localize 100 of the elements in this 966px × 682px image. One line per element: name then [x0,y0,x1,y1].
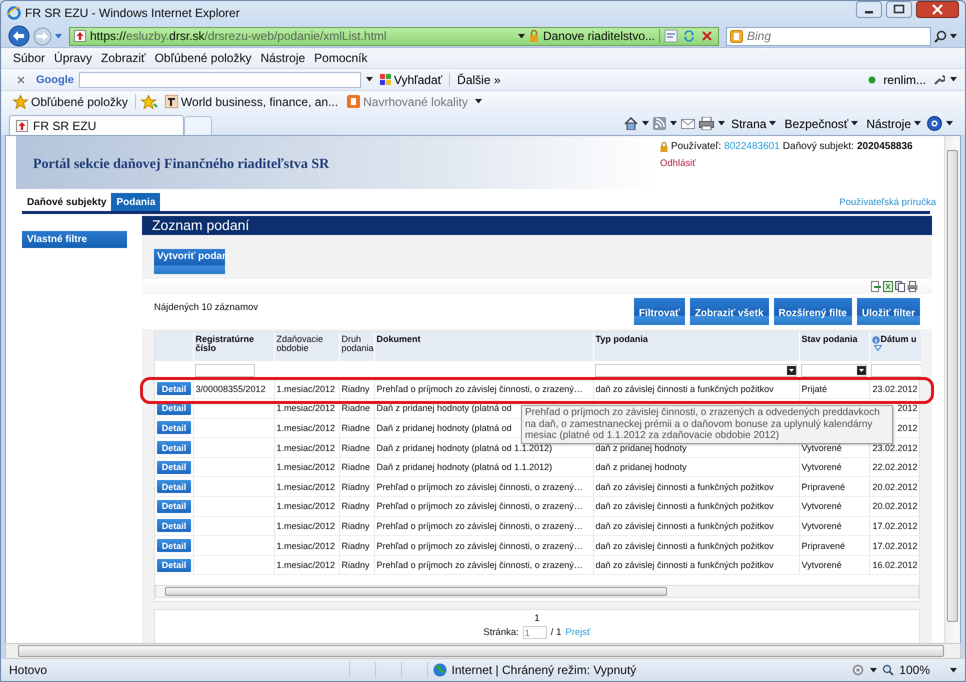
page-icon [74,30,86,42]
horizontal-scrollbar[interactable] [155,585,919,598]
vertical-scrollbar[interactable] [944,136,960,643]
caret-icon[interactable] [870,668,878,672]
caret-icon[interactable] [950,34,957,38]
zoom-icon[interactable] [882,664,894,676]
tooltip: Prehľad o príjmoch zo závislej činnosti, o zrazených a odvedených preddavkoch na daň, o zamestnaneckej prémii a o daňovom bonuse za uplynulý kalendárny mesiac (platné od 1.1.2012 za zdaňovacie obdobie 2012) [521,405,893,444]
table-cell: Prehľad o príjmoch zo závislej činnosti, o zrazený… [374,379,593,399]
sort-arrow-icon[interactable] [874,345,882,352]
detail-button[interactable]: Detail [157,558,191,572]
close-button[interactable] [916,1,959,18]
caret-icon[interactable] [366,77,373,82]
table-cell: 1.mesiac/2012 [274,418,339,438]
toolbar-menu-button[interactable]: Bezpečnosť [782,116,860,130]
menu-item[interactable]: Súbor [13,51,46,65]
menu-item[interactable]: Pomocník [314,51,368,65]
copy-icon[interactable] [895,281,905,292]
minimize-button[interactable] [856,1,882,18]
stop-icon[interactable] [700,29,714,43]
toolbar-menu-button[interactable]: Strana [729,116,778,130]
close-icon[interactable] [17,76,25,84]
table-cell: 1.mesiac/2012 [274,398,339,418]
portal-title: Portál sekcie daňovej Finančného riaditeľstva SR [33,156,330,172]
browser-tab[interactable]: FR SR EZU [9,115,184,135]
favorites-button[interactable]: Obľúbené položky [11,94,130,108]
menu-item[interactable]: Obľúbené položky [154,51,252,65]
detail-button[interactable]: Detail [157,500,191,513]
search-icon[interactable] [934,30,947,42]
table-cell: 17.02.2012 [869,536,921,556]
filter-button[interactable]: Rozšírený filte [774,298,852,325]
lock-icon [660,142,668,152]
table-cell: 1.mesiac/2012 [274,555,339,575]
add-favorite-icon[interactable] [140,94,158,108]
detail-button[interactable]: Detail [157,421,191,434]
logout-link[interactable]: Odhlásiť [660,158,696,169]
horizontal-scrollbar[interactable] [5,643,961,659]
back-button[interactable] [8,25,30,47]
compatibility-icon[interactable] [664,29,678,43]
filter-dropdown[interactable] [801,364,867,376]
table-cell: daň z pridanej hodnoty [593,457,799,477]
menu-item[interactable]: Úpravy [54,51,92,65]
filter-dropdown[interactable] [595,364,797,376]
excel-icon[interactable] [883,281,893,292]
printer-icon[interactable] [907,281,918,292]
caret-icon[interactable] [670,121,678,126]
detail-button[interactable]: Detail [157,539,191,552]
certificate-label[interactable]: Danove riaditelstvo... [542,29,660,43]
printer-icon[interactable] [699,117,714,130]
caret-icon[interactable] [474,99,482,104]
caret-icon[interactable] [950,668,957,672]
caret-icon[interactable] [718,121,726,126]
menu-item[interactable]: Nástroje [260,51,306,65]
search-field[interactable]: Bing [726,26,931,46]
detail-button[interactable]: Detail [157,460,191,474]
address-bar[interactable]: https://esluzby.drsr.sk/drsrezu-web/podanie/xmlList.html Danove riaditelstvo... [69,26,719,46]
search-field[interactable] [78,72,361,88]
table-cell: Riadny [339,379,374,399]
table-cell: Riadne [339,438,374,458]
account-button[interactable]: renlim... [881,72,928,86]
export-icon[interactable] [871,281,881,292]
page-field[interactable]: 1 [522,626,547,639]
filter-button[interactable]: Zobraziť všetk [690,298,769,325]
refresh-icon[interactable] [682,29,696,43]
maximize-button[interactable] [886,1,912,18]
wrench-icon[interactable] [933,74,945,86]
detail-button[interactable]: Detail [157,480,191,494]
caret-icon[interactable] [518,34,525,38]
url-text[interactable]: https://esluzby.drsr.sk/drsrezu-web/podanie/xmlList.html [90,29,387,43]
search-button[interactable]: Vyhľadať [378,72,444,86]
filter-field[interactable] [195,364,255,376]
filter-button[interactable]: Uložiť filter [856,298,920,325]
home-icon[interactable] [624,117,638,130]
caret-icon[interactable] [946,121,953,126]
subject-id: 2020458836 [856,141,913,152]
toolbar-menu-button[interactable]: Nástroje [864,116,923,130]
caret-icon[interactable] [642,121,650,126]
menu-item[interactable]: Zobraziť [101,51,146,65]
filter-field[interactable] [871,364,921,376]
nav-tab[interactable]: Podania [111,193,160,211]
filter-button[interactable]: Filtrovať [634,298,685,325]
sidebar-item[interactable]: Vlastné filtre [22,231,127,248]
table-cell: Prehľad o príjmoch zo závislej činnosti, o zrazený… [374,496,593,516]
detail-button[interactable]: Detail [157,382,191,396]
detail-button[interactable]: Detail [157,519,191,532]
user-label: Používateľ: [671,141,722,152]
table-cell: daň zo závislej činnosti a funkčných požitkov [593,536,799,556]
favorite-link[interactable]: World business, finance, an... [162,94,340,108]
column-header: Druh podania [342,335,372,354]
more-button[interactable]: Ďalšie » [455,72,503,86]
dropdown-arrow-icon [857,366,866,374]
info-icon [872,336,880,344]
detail-button[interactable]: Detail [157,441,191,454]
zoom-level[interactable]: 100% [899,663,930,677]
help-link[interactable]: Používateľská príručka [839,197,936,208]
caret-icon[interactable] [950,77,957,82]
page-label: Stránka: [483,627,519,638]
help-icon[interactable] [927,116,942,131]
forward-button[interactable] [33,26,52,46]
table-cell: Riadny [339,536,374,556]
page-number[interactable]: 1 [534,613,540,624]
